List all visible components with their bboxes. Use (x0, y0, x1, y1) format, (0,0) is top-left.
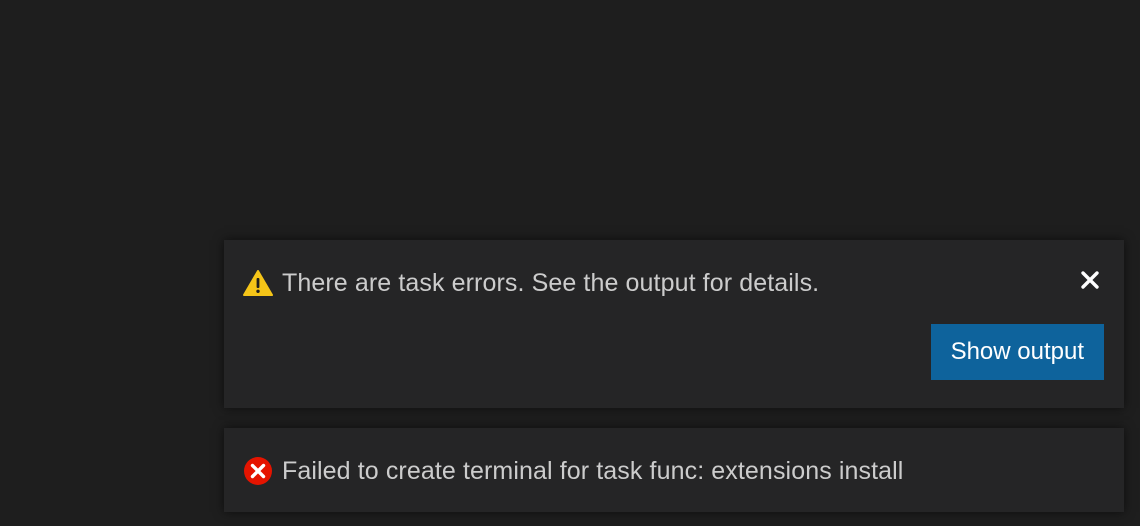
error-notification: Failed to create terminal for task func:… (224, 428, 1124, 512)
notification-message: There are task errors. See the output fo… (282, 268, 820, 297)
error-icon (243, 456, 273, 486)
show-output-button[interactable]: Show output (930, 324, 1104, 380)
close-notification-button[interactable] (1078, 270, 1102, 294)
warning-notification: There are task errors. See the output fo… (224, 240, 1124, 408)
close-icon (1080, 270, 1100, 295)
editor-background: There are task errors. See the output fo… (0, 0, 1140, 526)
notification-row: Failed to create terminal for task func:… (243, 454, 1104, 488)
notification-row: There are task errors. See the output fo… (243, 266, 1104, 300)
warning-icon (243, 268, 273, 298)
notification-message: Failed to create terminal for task func:… (282, 456, 904, 485)
